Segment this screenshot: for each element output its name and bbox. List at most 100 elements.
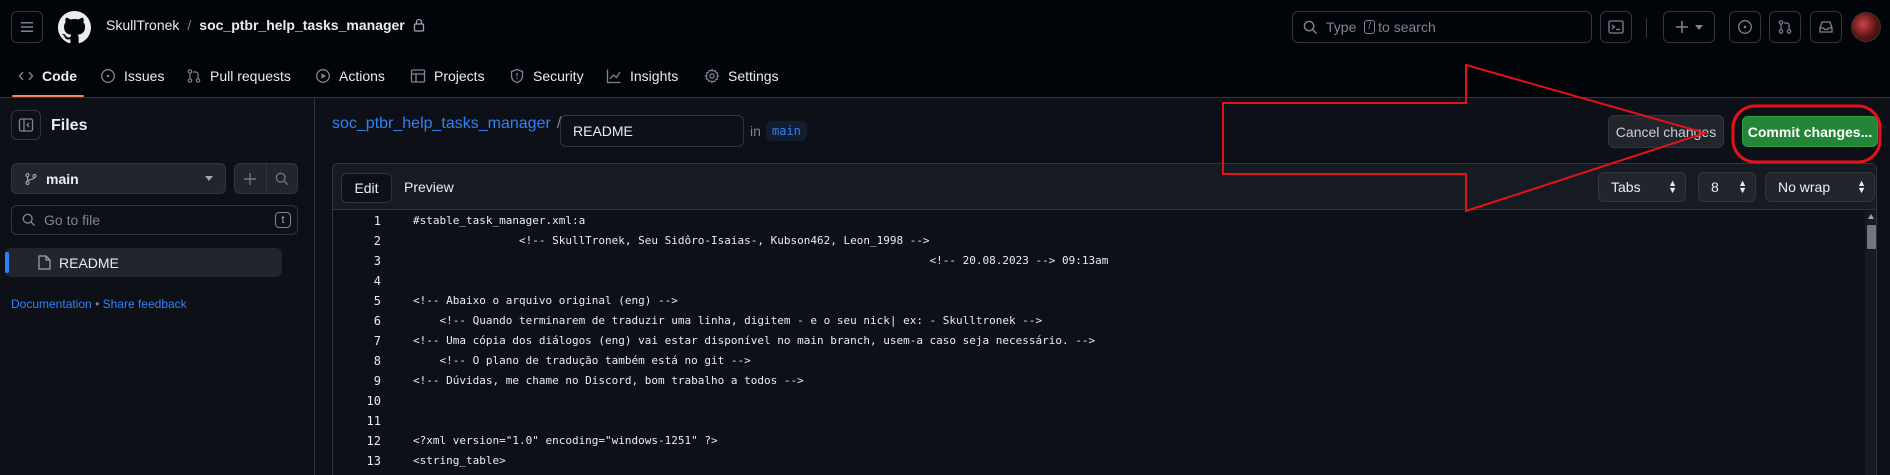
- line-number: 4: [373, 274, 381, 288]
- code-icon: [18, 71, 34, 81]
- code-line[interactable]: <?xml version="1.0" encoding="windows-12…: [413, 431, 1108, 451]
- tab-actions[interactable]: Actions: [315, 64, 385, 88]
- tab-label: Pull requests: [210, 68, 291, 84]
- search-icon: [22, 213, 36, 227]
- file-path: soc_ptbr_help_tasks_manager /: [332, 115, 561, 133]
- code-line[interactable]: <!-- O plano de tradução também está no …: [413, 351, 1108, 371]
- code-area[interactable]: 1 2 3 4 5 6 7 8 9 10 11 12 13 #stable_task_manager.x…: [333, 211, 1876, 475]
- header-divider: [1646, 18, 1647, 38]
- indent-mode-value: Tabs: [1611, 179, 1641, 195]
- commit-changes-button[interactable]: Commit changes...: [1742, 116, 1878, 147]
- branch-selector[interactable]: main: [11, 163, 226, 194]
- repo-nav: Code Issues Pull requests Actions Projec…: [0, 54, 1890, 98]
- code-line[interactable]: [413, 411, 1108, 431]
- indent-mode-select[interactable]: Tabs ▲ ▼: [1598, 172, 1686, 202]
- code-line[interactable]: #stable_task_manager.xml:a: [413, 211, 1108, 231]
- indent-size-select[interactable]: 8 ▲ ▼: [1698, 172, 1756, 202]
- code-line[interactable]: [413, 391, 1108, 411]
- line-number-gutter: 1 2 3 4 5 6 7 8 9 10 11 12 13: [333, 211, 381, 471]
- pull-requests-button[interactable]: [1769, 11, 1801, 43]
- gear-icon: [704, 68, 720, 84]
- tab-insights[interactable]: Insights: [606, 64, 678, 88]
- documentation-link[interactable]: Documentation: [11, 297, 92, 311]
- code-line[interactable]: <!-- SkullTronek, Seu Sidôro-Isaias-, Ku…: [413, 231, 1108, 251]
- tab-pull-requests[interactable]: Pull requests: [186, 64, 291, 88]
- go-to-file-placeholder: Go to file: [44, 212, 101, 228]
- wrap-mode-value: No wrap: [1778, 179, 1831, 195]
- line-number: 12: [366, 434, 381, 448]
- tab-label: Insights: [630, 68, 679, 84]
- pull-request-icon: [1778, 20, 1792, 34]
- go-to-file-input[interactable]: Go to file t: [11, 205, 298, 235]
- code-line[interactable]: <!-- Abaixo o arquivo original (eng) -->: [413, 291, 1108, 311]
- tab-settings[interactable]: Settings: [704, 64, 779, 88]
- code-line[interactable]: <!-- Uma cópia dos diálogos (eng) vai es…: [413, 331, 1108, 351]
- file-icon: [38, 255, 51, 270]
- line-number: 11: [366, 414, 381, 428]
- search-prefix: Type: [1326, 19, 1357, 35]
- code-line[interactable]: <string_table>: [413, 451, 1108, 471]
- pull-request-icon: [187, 69, 201, 83]
- code-line[interactable]: [413, 271, 1108, 291]
- cancel-changes-button[interactable]: Cancel changes: [1608, 115, 1724, 148]
- owner-link[interactable]: SkullTronek: [106, 17, 179, 33]
- search-input[interactable]: Type / to search: [1292, 11, 1592, 43]
- avatar[interactable]: [1851, 12, 1881, 42]
- code-line[interactable]: <!-- Dúvidas, me chame no Discord, bom t…: [413, 371, 1108, 391]
- code-editor: Edit Preview Tabs ▲ ▼ 8 ▲ ▼ No wrap ▲ ▼ 123…: [332, 163, 1877, 475]
- file-name: README: [59, 254, 119, 271]
- search-icon: [1303, 20, 1318, 34]
- file-actions-group: [234, 163, 298, 194]
- code-lines[interactable]: #stable_task_manager.xml:a <!-- SkullTro…: [413, 211, 1108, 471]
- breadcrumb-separator: /: [187, 17, 192, 33]
- table-icon: [410, 69, 426, 83]
- tab-preview[interactable]: Preview: [404, 179, 454, 195]
- issues-button[interactable]: [1729, 11, 1761, 43]
- line-number: 2: [373, 234, 381, 248]
- tab-edit[interactable]: Edit: [341, 173, 392, 203]
- file-tree-sidebar: Files main Go to file t README Documenta…: [0, 98, 315, 475]
- inbox-button[interactable]: [1810, 11, 1842, 43]
- editor-toolbar: Edit Preview Tabs ▲ ▼ 8 ▲ ▼ No wrap ▲ ▼: [333, 164, 1876, 210]
- play-icon: [316, 69, 330, 83]
- collapse-sidebar-button[interactable]: [11, 110, 41, 140]
- tab-security[interactable]: Security: [509, 64, 584, 88]
- repo-breadcrumb: SkullTronek / soc_ptbr_help_tasks_manage…: [106, 17, 425, 33]
- search-files-button[interactable]: [265, 164, 297, 193]
- wrap-mode-select[interactable]: No wrap ▲ ▼: [1765, 172, 1875, 202]
- terminal-icon: [1608, 20, 1624, 34]
- repo-root-link[interactable]: soc_ptbr_help_tasks_manager: [332, 115, 551, 133]
- global-header: SkullTronek / soc_ptbr_help_tasks_manage…: [0, 0, 1890, 54]
- go-to-file-shortcut: t: [275, 212, 291, 228]
- inbox-icon: [1819, 21, 1833, 33]
- code-line[interactable]: <!-- Quando terminarem de traduzir uma l…: [413, 311, 1108, 331]
- code-line[interactable]: <!-- 20.08.2023 --> 09:13am: [413, 251, 1109, 271]
- hamburger-icon: [21, 22, 33, 32]
- sidebar-collapse-icon: [18, 118, 34, 132]
- menu-button[interactable]: [11, 11, 43, 43]
- chevron-down-icon: [205, 176, 213, 181]
- repo-link[interactable]: soc_ptbr_help_tasks_manager: [199, 17, 404, 33]
- line-number: 10: [366, 394, 381, 408]
- line-number: 8: [373, 354, 381, 368]
- create-new-button[interactable]: [1663, 11, 1715, 43]
- selected-indicator: [5, 252, 9, 273]
- command-palette-button[interactable]: [1600, 11, 1632, 43]
- scrollbar-thumb[interactable]: [1867, 225, 1876, 249]
- tab-code[interactable]: Code: [18, 64, 77, 88]
- branch-badge: main: [766, 121, 807, 141]
- tab-issues[interactable]: Issues: [100, 64, 164, 88]
- github-logo-icon[interactable]: [58, 11, 91, 44]
- vertical-scrollbar[interactable]: [1865, 211, 1876, 475]
- share-feedback-link[interactable]: Share feedback: [103, 297, 187, 311]
- tab-label: Issues: [124, 68, 165, 84]
- plus-icon: [1676, 21, 1688, 33]
- plus-icon: [244, 172, 257, 185]
- tab-projects[interactable]: Projects: [410, 64, 485, 88]
- filename-input[interactable]: README: [560, 115, 744, 147]
- link-separator: •: [95, 297, 100, 311]
- line-number: 13: [366, 454, 381, 468]
- scroll-up-icon[interactable]: [1868, 214, 1874, 219]
- add-file-button[interactable]: [235, 164, 266, 193]
- file-tree-item[interactable]: README: [5, 248, 282, 277]
